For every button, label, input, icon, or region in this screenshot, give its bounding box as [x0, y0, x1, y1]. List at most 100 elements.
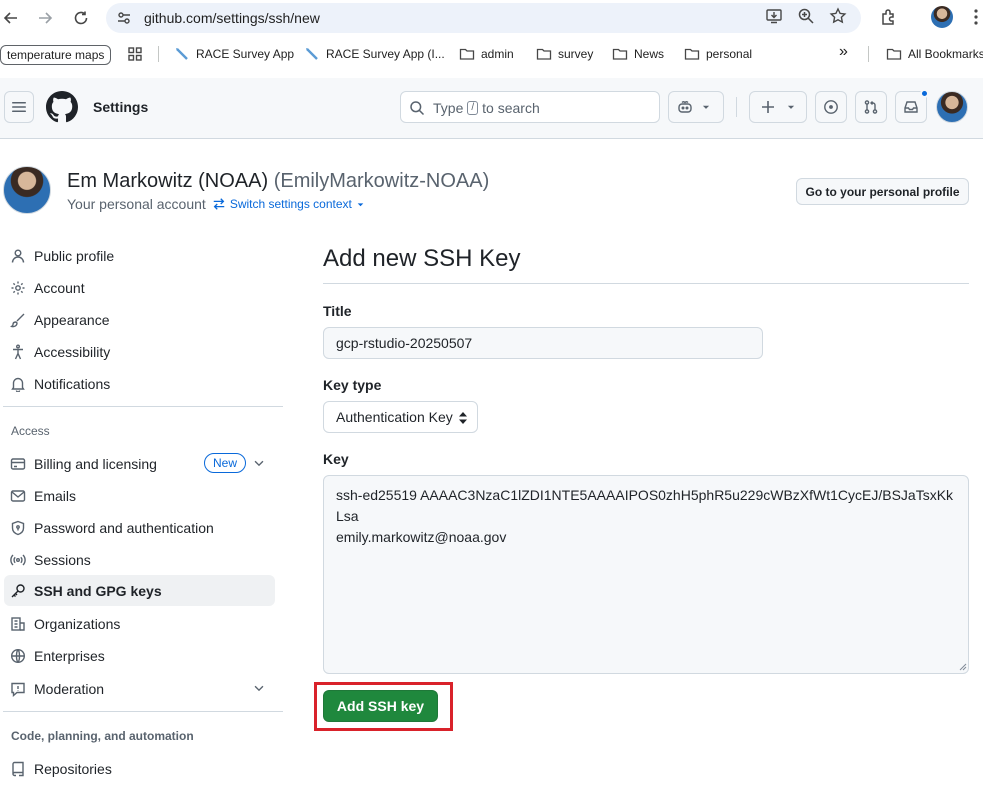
bookmark-label: personal: [706, 47, 753, 61]
site-settings-icon[interactable]: [116, 10, 132, 26]
sidebar-heading-access: Access: [11, 424, 50, 438]
title-input[interactable]: [323, 327, 763, 359]
add-ssh-key-button[interactable]: Add SSH key: [323, 690, 438, 722]
go-to-profile-button[interactable]: Go to your personal profile: [796, 178, 969, 205]
search-placeholder: Type / to search: [433, 100, 540, 116]
sidebar-item-moderation[interactable]: Moderation: [4, 673, 275, 704]
sidebar-item-label: Notifications: [34, 375, 111, 392]
sidebar-item-public-profile[interactable]: Public profile: [4, 240, 275, 271]
title-divider: [323, 283, 969, 284]
sidebar-item-label: Password and authentication: [34, 519, 214, 536]
bookmark-label: RACE Survey App: [196, 47, 295, 61]
bookmark-label: RACE Survey App (I...: [326, 47, 445, 61]
github-logo-icon[interactable]: [46, 91, 78, 123]
sidebar-item-label: Public profile: [34, 247, 115, 264]
sidebar-item-label: Organizations: [34, 615, 121, 632]
browser-profile-avatar[interactable]: [931, 6, 953, 28]
zoom-icon[interactable]: [797, 7, 815, 25]
sidebar-heading-code-planning: Code, planning, and automation: [11, 729, 194, 743]
browser-toolbar: github.com/settings/ssh/new: [0, 0, 983, 36]
folder-icon: [612, 48, 628, 60]
bookmarks-bar: temperature maps RACE Survey App RACE Su…: [0, 38, 983, 70]
plus-icon: [762, 101, 774, 113]
chevron-down-icon[interactable]: [252, 681, 266, 695]
title-field-label: Title: [323, 303, 352, 319]
repo-icon: [12, 761, 24, 776]
address-bar[interactable]: github.com/settings/ssh/new: [106, 3, 861, 33]
url-text[interactable]: github.com/settings/ssh/new: [144, 10, 320, 26]
sidebar-item-accessibility[interactable]: Accessibility: [4, 336, 275, 367]
back-arrow-icon[interactable]: [0, 7, 22, 29]
folder-icon: [886, 48, 902, 60]
create-new-button[interactable]: [749, 91, 807, 123]
three-bars-icon: [12, 102, 26, 112]
sidebar-item-ssh-gpg-keys[interactable]: SSH and GPG keys: [4, 575, 275, 606]
bookmark-folder-survey[interactable]: survey: [536, 46, 593, 62]
caret-down-icon: [787, 105, 795, 109]
inbox-icon: [904, 101, 918, 113]
extensions-icon[interactable]: [879, 7, 899, 27]
bookmarks-overflow-chevron[interactable]: »: [839, 43, 848, 61]
pull-requests-button[interactable]: [855, 91, 887, 123]
apps-grid-icon[interactable]: [127, 46, 143, 62]
wand-icon: [176, 48, 188, 60]
sidebar-item-emails[interactable]: Emails: [4, 480, 275, 511]
issues-button[interactable]: [815, 91, 847, 123]
user-avatar[interactable]: [936, 91, 968, 123]
sidebar-item-organizations[interactable]: Organizations: [4, 608, 275, 639]
sidebar-item-billing[interactable]: Billing and licensing New: [4, 448, 275, 479]
hamburger-menu-button[interactable]: [4, 91, 34, 123]
caret-down-icon: [357, 202, 364, 206]
bookmark-folder-news[interactable]: News: [612, 46, 664, 62]
bookmark-label: News: [634, 47, 665, 61]
search-icon: [410, 101, 425, 116]
bookmark-race-survey-app-2[interactable]: RACE Survey App (I...: [304, 46, 445, 62]
install-app-icon[interactable]: [765, 7, 783, 25]
key-textarea[interactable]: ssh-ed25519 AAAAC3NzaC1lZDI1NTE5AAAAIPOS…: [323, 475, 969, 674]
sidebar-item-enterprises[interactable]: Enterprises: [4, 640, 275, 671]
account-name: Em Markowitz (NOAA) (EmilyMarkowitz-NOAA…: [67, 170, 489, 193]
sidebar-item-appearance[interactable]: Appearance: [4, 304, 275, 335]
page-context-title[interactable]: Settings: [93, 99, 148, 115]
page-title: Add new SSH Key: [323, 245, 521, 272]
sidebar-item-notifications[interactable]: Notifications: [4, 368, 275, 399]
switch-context-label: Switch settings context: [229, 197, 352, 211]
search-prefix: Type: [433, 100, 464, 116]
person-icon: [11, 249, 25, 263]
accessibility-icon: [13, 344, 23, 359]
bookmark-folder-all[interactable]: All Bookmarks: [886, 46, 983, 62]
bookmark-separator: [868, 46, 869, 62]
search-shortcut-key: /: [467, 101, 479, 115]
kebab-menu-icon[interactable]: [966, 7, 983, 27]
bookmark-race-survey-app[interactable]: RACE Survey App: [174, 46, 294, 62]
key-type-label: Key type: [323, 377, 382, 393]
key-type-select[interactable]: Authentication Key: [323, 401, 478, 433]
account-subtitle: Your personal account Switch settings co…: [67, 196, 365, 212]
bookmark-folder-admin[interactable]: admin: [459, 46, 514, 62]
search-input[interactable]: Type / to search: [400, 91, 660, 123]
sidebar-item-label: Repositories: [34, 760, 112, 777]
arrow-switch-icon: [213, 198, 225, 210]
paintbrush-icon: [10, 313, 25, 327]
switch-context-link[interactable]: Switch settings context: [212, 197, 365, 211]
sidebar-item-repositories[interactable]: Repositories: [4, 753, 275, 784]
copilot-button[interactable]: [668, 91, 724, 123]
bookmark-star-icon[interactable]: [829, 7, 847, 25]
reload-icon[interactable]: [70, 7, 92, 29]
sidebar-item-label: Appearance: [34, 311, 110, 328]
sidebar-item-label: Moderation: [34, 680, 105, 697]
sidebar-item-label: Enterprises: [34, 647, 105, 664]
bookmark-temperature-maps[interactable]: temperature maps: [0, 45, 112, 65]
folder-icon: [536, 48, 552, 60]
select-arrows-icon: [459, 412, 467, 424]
sidebar-item-account[interactable]: Account: [4, 272, 275, 303]
folder-icon: [684, 48, 700, 60]
git-pull-request-icon: [864, 100, 878, 114]
sidebar-item-password-authentication[interactable]: Password and authentication: [4, 512, 275, 543]
search-suffix: to search: [482, 100, 540, 116]
sidebar-item-sessions[interactable]: Sessions: [4, 544, 275, 575]
bookmark-folder-personal[interactable]: personal: [684, 46, 752, 62]
resize-grip-icon[interactable]: [957, 661, 967, 671]
forward-arrow-icon[interactable]: [34, 7, 56, 29]
chevron-down-icon[interactable]: [252, 456, 266, 470]
